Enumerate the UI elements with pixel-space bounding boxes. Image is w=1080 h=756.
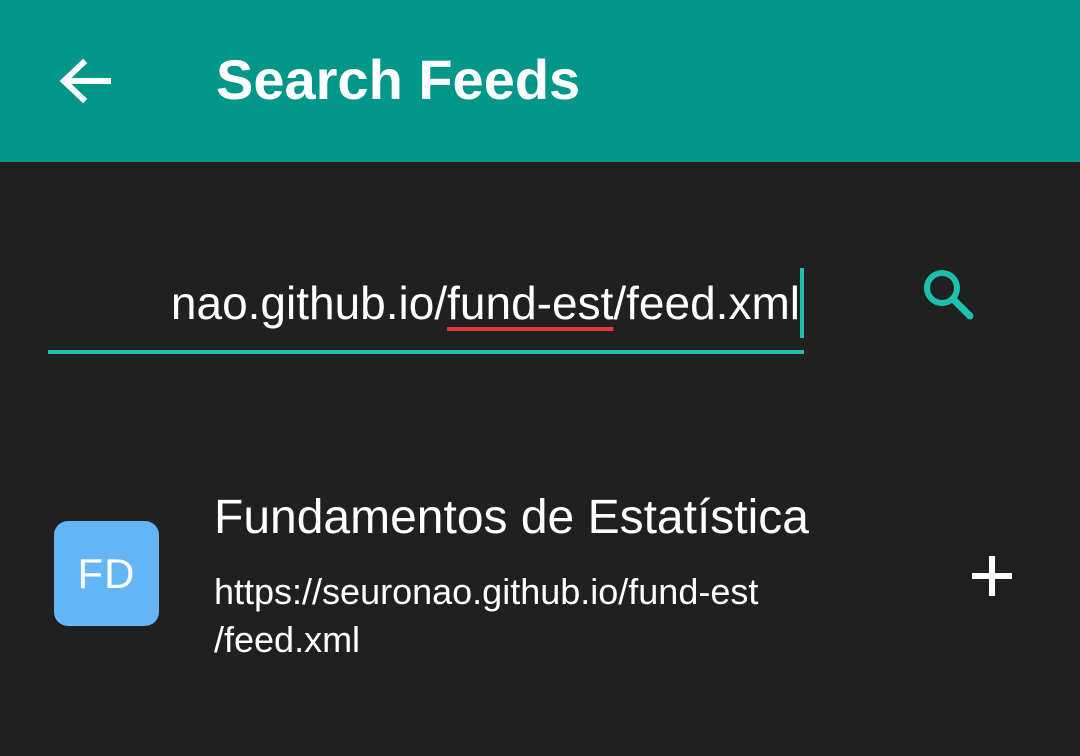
search-input-value: nao.github.io/fund-est/feed.xml <box>171 268 804 338</box>
feed-title: Fundamentos de Estatística <box>214 491 809 544</box>
search-text-suffix: /feed.xml <box>613 277 800 329</box>
page-title: Search Feeds <box>216 48 581 111</box>
arrow-left-icon <box>59 59 111 103</box>
search-text-prefix: nao.github.io/ <box>170 277 448 329</box>
app-bar: Search Feeds <box>0 0 1080 162</box>
plus-icon <box>972 556 1012 596</box>
back-button[interactable] <box>40 36 130 126</box>
search-input[interactable]: nao.github.io/fund-est/feed.xml <box>48 258 804 354</box>
search-icon <box>924 270 974 320</box>
avatar: FD <box>54 521 159 626</box>
search-text-misspelled: fund-est <box>447 277 614 329</box>
list-item[interactable]: FD Fundamentos de Estatística https://se… <box>0 472 1080 672</box>
feed-url-line2: /feed.xml <box>214 619 361 660</box>
feed-url: https://seuronao.github.io/fund-est /fee… <box>214 568 894 664</box>
search-button[interactable] <box>900 246 996 342</box>
avatar-initials: FD <box>77 549 136 597</box>
text-caret <box>800 268 804 338</box>
feed-url-line1: https://seuronao.github.io/fund-est <box>214 571 759 612</box>
content-area: nao.github.io/fund-est/feed.xml FD Funda… <box>0 162 1080 756</box>
add-feed-button[interactable] <box>944 528 1040 624</box>
